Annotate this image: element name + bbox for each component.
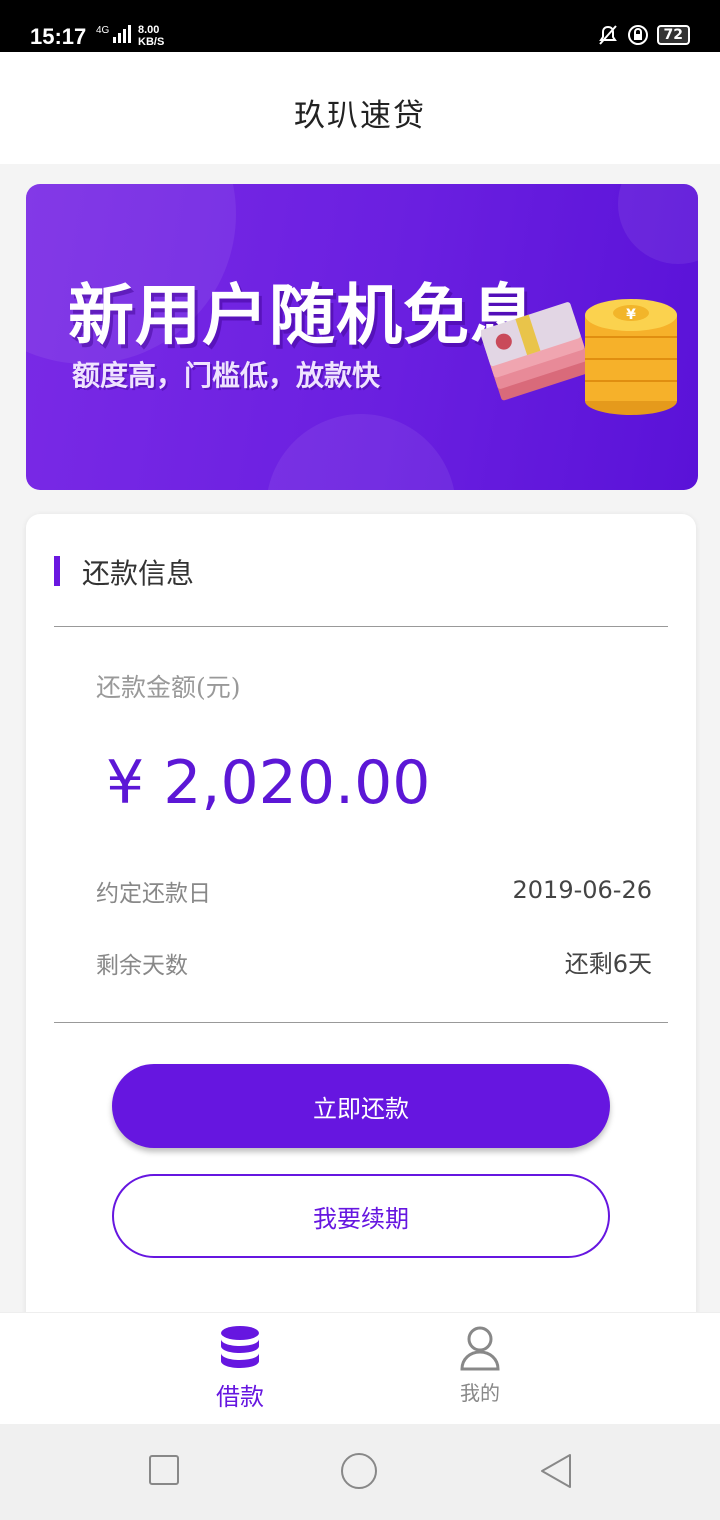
banner-subtitle: 额度高，门槛低，放款快 [72, 359, 381, 392]
tab-mine[interactable]: 我的 [420, 1325, 540, 1406]
due-date-label: 约定还款日 [96, 881, 211, 907]
repay-now-button[interactable]: 立即还款 [112, 1064, 610, 1148]
tab-label: 借款 [216, 1383, 264, 1411]
page-title: 玖玐速贷 [294, 98, 426, 134]
renew-loan-button[interactable]: 我要续期 [112, 1174, 610, 1258]
banner-decoration [266, 414, 456, 490]
user-icon [460, 1326, 500, 1371]
back-icon[interactable] [538, 1452, 574, 1490]
section-accent-bar [54, 556, 60, 586]
status-time: 15:17 [30, 24, 87, 49]
signal-icon [113, 25, 131, 43]
tab-borrow[interactable]: 借款 [180, 1325, 300, 1412]
banner-decoration [618, 184, 698, 264]
remaining-days-value: 还剩6天 [564, 950, 652, 978]
svg-text:¥: ¥ [626, 307, 636, 323]
rotation-lock-icon [627, 25, 648, 45]
repayment-card: 还款信息 还款金额(元) ¥ 2,020.00 约定还款日 2019-06-26… [26, 514, 696, 1344]
database-icon [221, 1326, 259, 1368]
app-header: 玖玐速贷 [0, 52, 720, 164]
section-title: 还款信息 [82, 557, 195, 590]
due-date-value: 2019-06-26 [512, 876, 652, 904]
divider [54, 1022, 668, 1023]
network-speed: 8.00 KB/S [138, 24, 164, 48]
status-icons: 72 [597, 24, 690, 46]
home-icon[interactable] [340, 1452, 378, 1490]
remaining-days-label: 剩余天数 [96, 953, 188, 979]
bell-muted-icon [598, 25, 617, 45]
recent-apps-icon[interactable] [148, 1454, 180, 1486]
system-nav-bar [0, 1424, 720, 1520]
battery-level: 72 [656, 25, 690, 45]
divider [54, 626, 668, 627]
speed-unit: KB/S [138, 36, 165, 48]
money-coins-illustration: ¥ [481, 299, 677, 415]
network-type: 4G [96, 25, 110, 36]
banner-title: 新用户随机免息 [68, 277, 537, 354]
status-bar: 15:17 4G 8.00 KB/S 72 [0, 0, 720, 52]
amount-label: 还款金额(元) [96, 673, 241, 702]
speed-value: 8.00 [138, 24, 160, 36]
repayment-amount: ¥ 2,020.00 [106, 748, 431, 818]
bottom-tab-bar: 借款 我的 [0, 1312, 720, 1425]
tab-label: 我的 [460, 1381, 500, 1405]
promo-banner[interactable]: 新用户随机免息 额度高，门槛低，放款快 ¥ [26, 184, 698, 490]
